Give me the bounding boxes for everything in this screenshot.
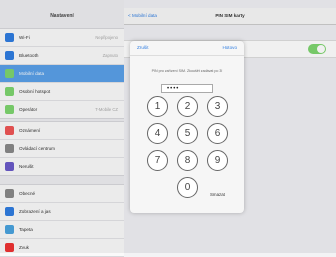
pin-message: PIN pro zařízení SIM. Zkoušět zadávat po… <box>151 69 223 73</box>
pin-dialog: Zrušit Hotovo PIN pro zařízení SIM. Zkou… <box>130 41 244 213</box>
key-3[interactable]: 3 <box>207 96 228 117</box>
dialog-header: Zrušit Hotovo <box>130 41 244 56</box>
key-8[interactable]: 8 <box>177 150 198 171</box>
key-6[interactable]: 6 <box>207 123 228 144</box>
delete-button[interactable]: Smazat <box>210 192 225 197</box>
key-0[interactable]: 0 <box>177 177 198 198</box>
screen: Nastavení Wi-Fi Nepřipojeno Bluetooth Zapnu… <box>0 0 336 257</box>
done-button[interactable]: Hotovo <box>222 41 237 55</box>
cancel-button[interactable]: Zrušit <box>137 41 148 55</box>
key-4[interactable]: 4 <box>147 123 168 144</box>
key-9[interactable]: 9 <box>207 150 228 171</box>
pin-input[interactable]: •••• <box>161 84 213 93</box>
key-2[interactable]: 2 <box>177 96 198 117</box>
key-1[interactable]: 1 <box>147 96 168 117</box>
key-5[interactable]: 5 <box>177 123 198 144</box>
key-7[interactable]: 7 <box>147 150 168 171</box>
